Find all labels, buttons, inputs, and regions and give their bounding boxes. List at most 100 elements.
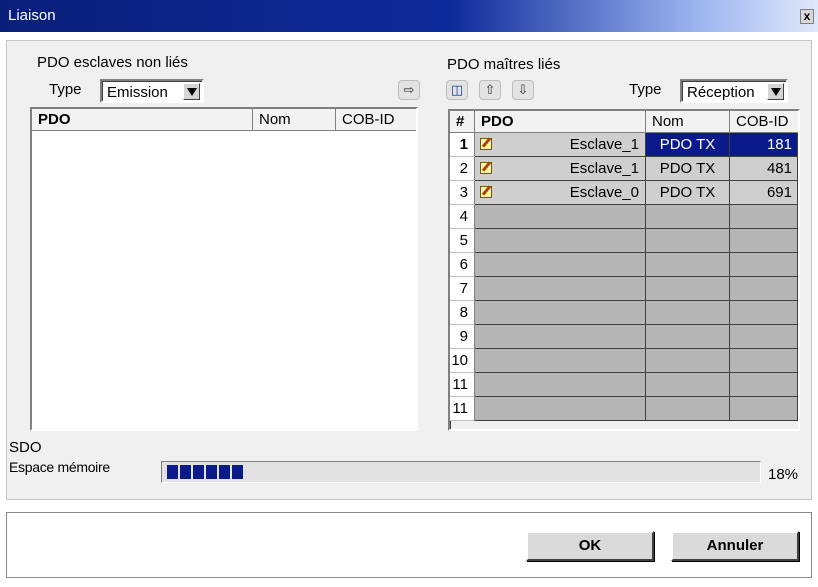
table-row[interactable]: 2 Esclave_1 PDO TX 481 [450,157,798,181]
row-pdo[interactable] [475,397,646,421]
table-row[interactable]: 11 [450,397,798,421]
close-button[interactable]: x [800,9,814,24]
progress-segment [180,465,191,479]
row-cobid[interactable] [730,301,798,325]
row-cobid[interactable]: 181 [730,133,798,157]
right-col-cobid[interactable]: COB-ID [730,111,798,133]
row-cobid[interactable]: 481 [730,157,798,181]
progress-segment [167,465,178,479]
arrow-right-icon: ⇨ [403,82,415,97]
row-pdo[interactable] [475,301,646,325]
row-cobid[interactable] [730,205,798,229]
move-up-button[interactable]: ⇧ [479,80,501,100]
table-row[interactable]: 5 [450,229,798,253]
row-number: 7 [450,277,475,301]
left-type-select[interactable]: Emission [100,79,204,103]
left-panel-title: PDO esclaves non liés [37,54,188,71]
row-cobid[interactable] [730,325,798,349]
chevron-down-icon[interactable] [767,83,784,100]
row-pdo[interactable] [475,373,646,397]
row-nom[interactable] [646,205,730,229]
right-panel-title: PDO maîtres liés [447,56,561,73]
row-number: 5 [450,229,475,253]
table-row[interactable]: 8 [450,301,798,325]
left-col-pdo[interactable]: PDO [32,109,253,131]
row-cobid[interactable] [730,277,798,301]
row-pdo[interactable]: Esclave_1 [475,133,646,157]
left-table-body[interactable] [32,131,416,429]
edit-icon [480,162,492,174]
cancel-button[interactable]: Annuler [671,531,799,561]
right-type-select[interactable]: Réception [680,79,788,103]
row-pdo[interactable]: Esclave_1 [475,157,646,181]
row-cobid[interactable] [730,253,798,277]
row-nom[interactable] [646,373,730,397]
row-pdo[interactable] [475,253,646,277]
row-number: 4 [450,205,475,229]
row-number: 1 [450,133,475,157]
row-number: 2 [450,157,475,181]
memory-percent: 18% [768,466,799,483]
row-cobid[interactable] [730,229,798,253]
arrow-up-icon: ⇧ [484,82,496,97]
left-col-cobid[interactable]: COB-ID [336,109,416,131]
row-pdo[interactable]: Esclave_0 [475,181,646,205]
row-nom[interactable] [646,325,730,349]
row-nom[interactable]: PDO TX [646,157,730,181]
row-nom[interactable] [646,397,730,421]
row-number: 6 [450,253,475,277]
table-row[interactable]: 1 Esclave_1 PDO TX 181 [450,133,798,157]
row-number: 9 [450,325,475,349]
row-cobid[interactable] [730,373,798,397]
ok-button[interactable]: OK [526,531,654,561]
progress-segment [206,465,217,479]
trash-icon: ◫ [450,82,464,97]
right-pdo-table[interactable]: # PDO Nom COB-ID 1 Esclave_1 PDO TX 181 … [448,109,800,431]
window-title: Liaison [8,7,56,24]
table-row[interactable]: 4 [450,205,798,229]
right-col-nom[interactable]: Nom [646,111,730,133]
sdo-label: SDO [9,439,42,456]
row-cobid[interactable] [730,349,798,373]
row-cobid[interactable]: 691 [730,181,798,205]
row-pdo[interactable] [475,229,646,253]
left-type-label: Type [49,81,82,98]
table-row[interactable]: 3 Esclave_0 PDO TX 691 [450,181,798,205]
row-pdo[interactable] [475,277,646,301]
table-row[interactable]: 7 [450,277,798,301]
row-pdo[interactable] [475,205,646,229]
right-col-pdo[interactable]: PDO [475,111,646,133]
table-row[interactable]: 6 [450,253,798,277]
row-number: 3 [450,181,475,205]
row-number: 8 [450,301,475,325]
left-col-nom[interactable]: Nom [253,109,336,131]
row-nom[interactable] [646,229,730,253]
chevron-down-icon[interactable] [183,83,200,100]
row-nom[interactable] [646,349,730,373]
row-nom[interactable] [646,301,730,325]
arrow-down-icon: ⇩ [517,82,529,97]
row-nom[interactable]: PDO TX [646,181,730,205]
left-type-value: Emission [107,84,168,101]
row-nom[interactable] [646,253,730,277]
move-down-button[interactable]: ⇩ [512,80,534,100]
memory-progress-bar [161,461,761,483]
table-row[interactable]: 9 [450,325,798,349]
progress-segment [193,465,204,479]
right-type-label: Type [629,81,662,98]
row-nom[interactable] [646,277,730,301]
left-pdo-table[interactable]: PDO Nom COB-ID [30,107,418,431]
memory-label: Espace mémoire [9,459,110,475]
table-row[interactable]: 11 [450,373,798,397]
row-pdo[interactable] [475,349,646,373]
row-pdo[interactable] [475,325,646,349]
progress-segment [232,465,243,479]
delete-button[interactable]: ◫ [446,80,468,100]
row-number: 11 [450,397,475,421]
right-col-num[interactable]: # [450,111,475,133]
right-type-value: Réception [687,84,755,101]
row-cobid[interactable] [730,397,798,421]
row-nom[interactable]: PDO TX [646,133,730,157]
table-row[interactable]: 10 [450,349,798,373]
move-right-button[interactable]: ⇨ [398,80,420,100]
